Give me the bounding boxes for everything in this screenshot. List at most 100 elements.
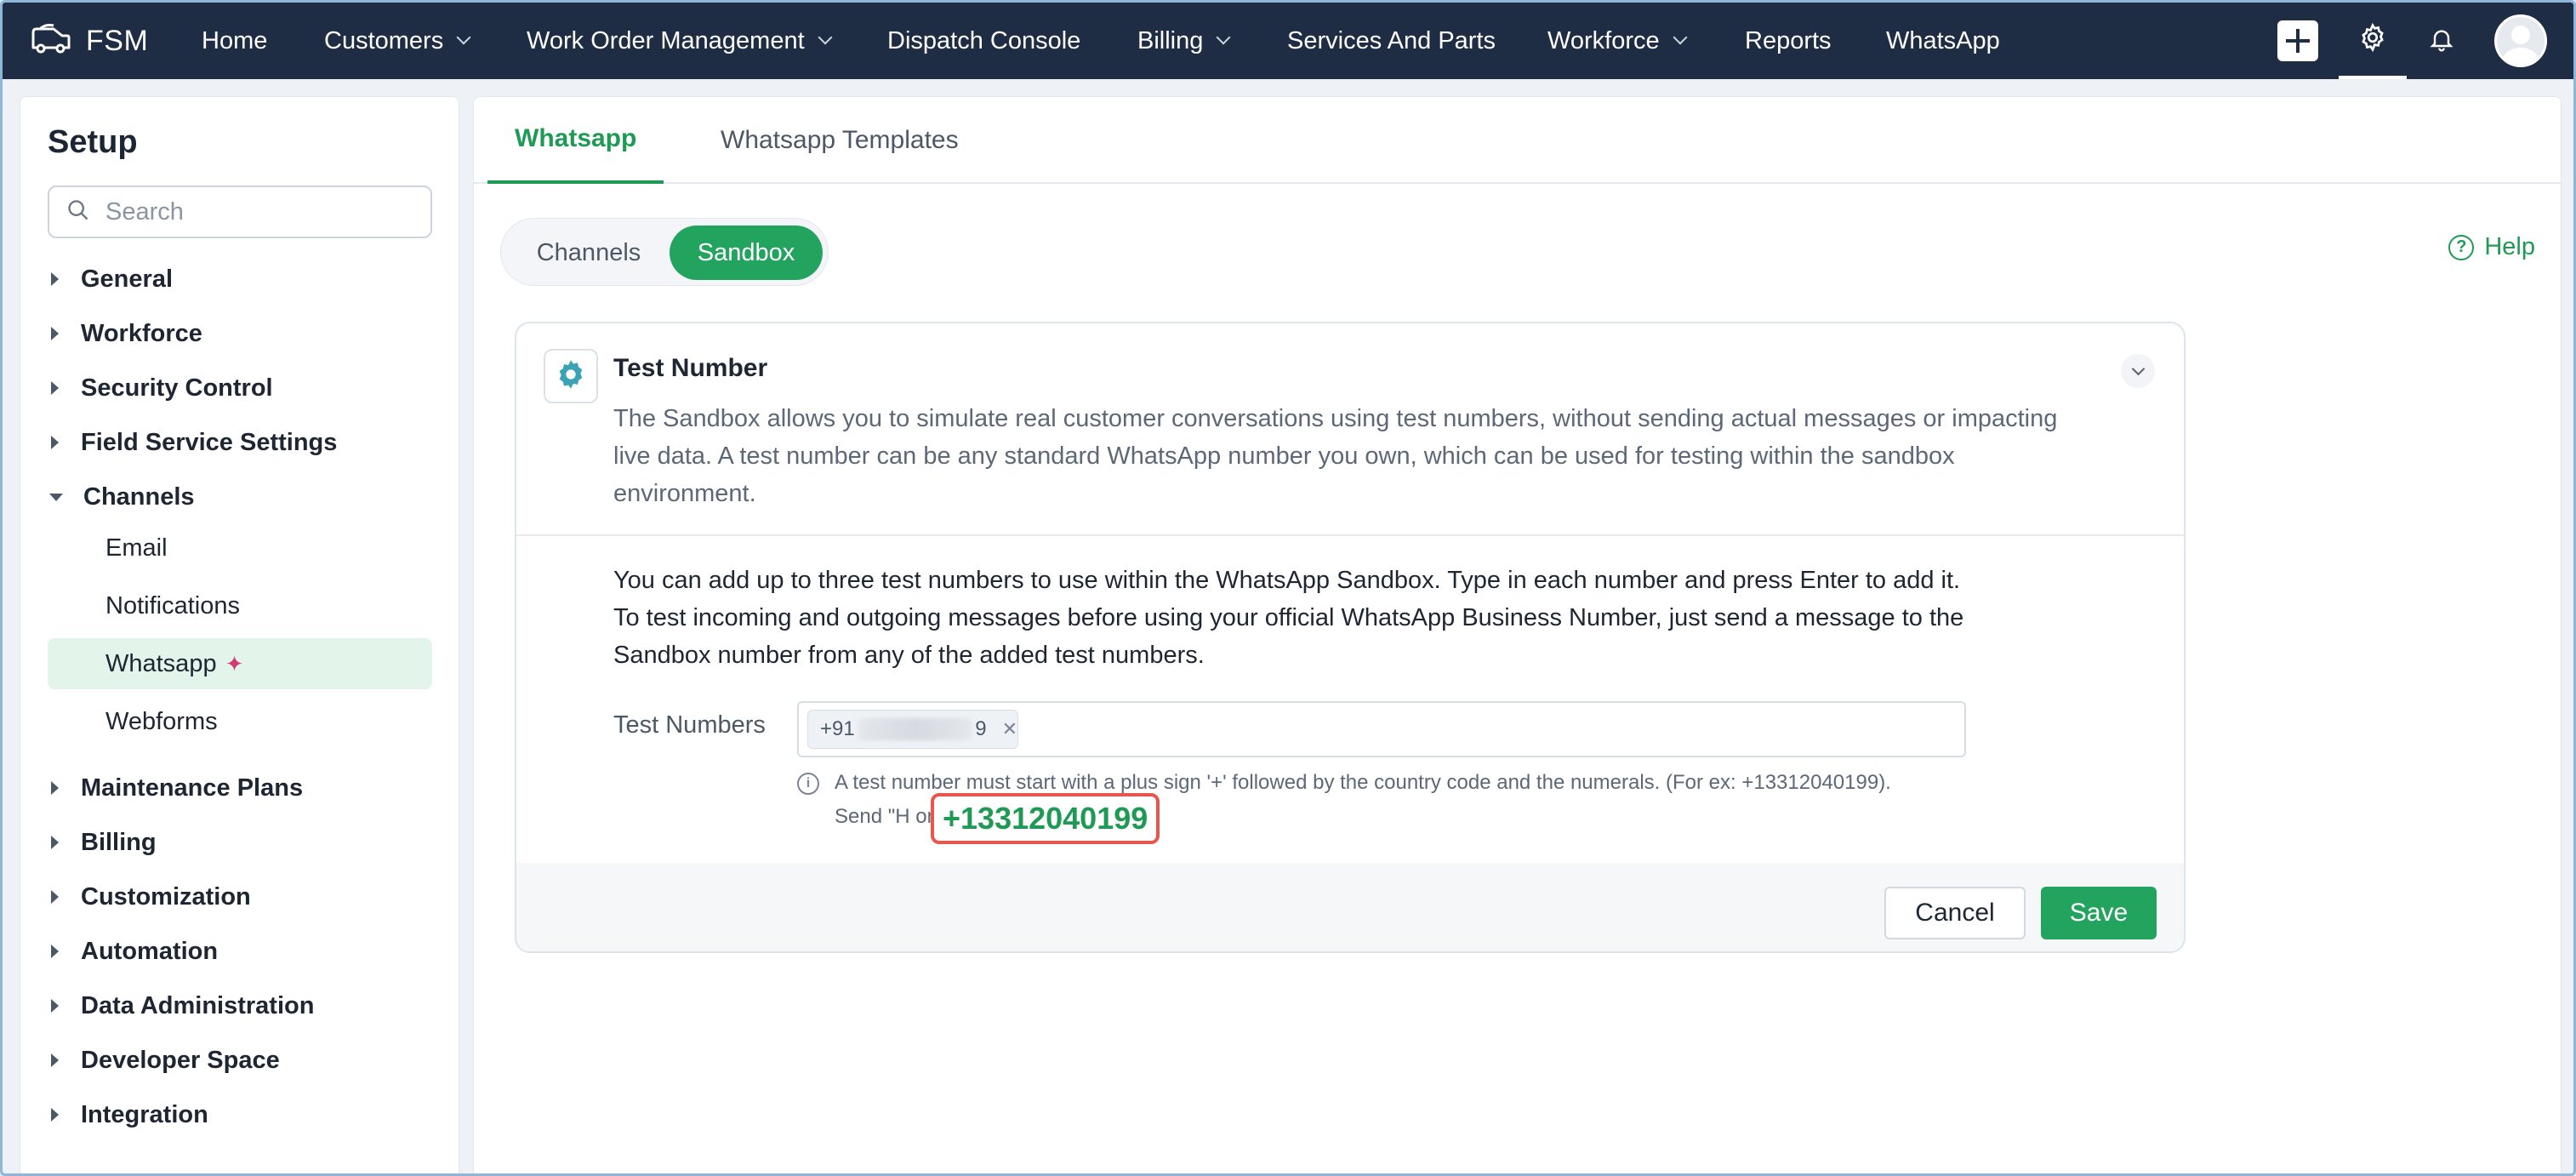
nav-work-order-management[interactable]: Work Order Management	[527, 3, 833, 79]
sparkle-icon: ✦	[225, 650, 244, 676]
sandbox-number-highlight: +13312040199	[931, 793, 1160, 844]
cancel-button[interactable]: Cancel	[1884, 887, 2026, 939]
test-numbers-label: Test Numbers	[613, 711, 766, 739]
remove-chip-icon[interactable]: ✕	[1002, 718, 1017, 740]
notifications-button[interactable]	[2420, 3, 2463, 79]
sidebar-subitem-label: Whatsapp	[105, 649, 217, 677]
nav-label: Dispatch Console	[887, 26, 1081, 54]
caret-right-icon	[51, 836, 59, 849]
save-button[interactable]: Save	[2041, 887, 2157, 939]
help-link[interactable]: ? Help	[2448, 233, 2535, 261]
nav-label: Reports	[1745, 26, 1832, 54]
gear-icon	[554, 357, 588, 396]
channel-mode-toggle: Channels Sandbox	[500, 218, 829, 286]
test-numbers-input[interactable]: +91 9 ✕	[797, 701, 1966, 757]
nav-services-and-parts[interactable]: Services And Parts	[1287, 3, 1496, 79]
test-number-card: Test Number The Sandbox allows you to si…	[515, 322, 2186, 953]
redacted-number	[858, 718, 972, 740]
caret-right-icon	[51, 945, 59, 958]
sidebar-item-customization[interactable]: Customization	[44, 873, 436, 921]
nav-workforce[interactable]: Workforce	[1547, 3, 1688, 79]
caret-right-icon	[51, 999, 59, 1013]
help-circle-icon: ?	[2448, 234, 2475, 260]
sidebar-item-developer-space[interactable]: Developer Space	[44, 1036, 436, 1084]
card-header: Test Number The Sandbox allows you to si…	[516, 323, 2184, 536]
segment-channels[interactable]: Channels	[508, 225, 670, 280]
chevron-down-icon	[2131, 362, 2145, 375]
search-input[interactable]	[105, 197, 412, 226]
tab-whatsapp-templates[interactable]: Whatsapp Templates	[693, 97, 986, 184]
setup-sidebar: Setup General Workforce Security Control…	[20, 96, 459, 1173]
brand-logo[interactable]: FSM	[28, 3, 148, 79]
sidebar-item-field-service-settings[interactable]: Field Service Settings	[44, 419, 436, 466]
plus-icon	[2277, 20, 2318, 61]
sidebar-item-data-administration[interactable]: Data Administration	[44, 982, 436, 1030]
sidebar-item-workforce[interactable]: Workforce	[44, 310, 436, 357]
caret-right-icon	[51, 781, 59, 795]
settings-badge	[544, 349, 598, 403]
top-navbar: FSM Home Customers Work Order Management…	[3, 3, 2573, 79]
sidebar-item-label: General	[81, 265, 173, 293]
sidebar-subitem-label: Email	[105, 534, 168, 562]
nav-billing[interactable]: Billing	[1137, 3, 1231, 79]
nav-label: Home	[202, 26, 268, 54]
sidebar-item-label: Customization	[81, 882, 251, 911]
caret-right-icon	[51, 890, 59, 904]
sidebar-item-billing[interactable]: Billing	[44, 819, 436, 866]
nav-dispatch-console[interactable]: Dispatch Console	[887, 3, 1080, 79]
card-title: Test Number	[613, 354, 768, 382]
chevron-down-icon	[818, 30, 833, 45]
chip-prefix: +91	[820, 717, 855, 740]
nav-label: Work Order Management	[527, 26, 805, 54]
sidebar-item-label: Integration	[81, 1100, 208, 1128]
chevron-down-icon	[456, 30, 471, 45]
nav-label: Services And Parts	[1287, 26, 1496, 54]
chip-suffix: 9	[975, 717, 987, 740]
brand-name: FSM	[86, 24, 149, 57]
nav-label: WhatsApp	[1886, 26, 2000, 54]
sidebar-item-security-control[interactable]: Security Control	[44, 364, 436, 412]
settings-button[interactable]	[2339, 3, 2407, 79]
sidebar-item-integration[interactable]: Integration	[44, 1091, 436, 1139]
info-icon: i	[797, 773, 819, 795]
tab-bar: Whatsapp Whatsapp Templates	[474, 97, 2561, 184]
nav-reports[interactable]: Reports	[1745, 3, 1832, 79]
sidebar-subitem-email[interactable]: Email	[48, 522, 432, 574]
sidebar-search[interactable]	[48, 186, 432, 238]
caret-right-icon	[51, 1108, 59, 1122]
sidebar-subitem-whatsapp[interactable]: Whatsapp ✦	[48, 638, 432, 689]
sidebar-item-label: Field Service Settings	[81, 428, 338, 456]
caret-right-icon	[51, 381, 59, 395]
quick-create-button[interactable]	[2276, 3, 2320, 79]
segment-sandbox[interactable]: Sandbox	[670, 225, 823, 280]
card-footer: Cancel Save	[516, 863, 2184, 951]
sidebar-item-label: Billing	[81, 828, 157, 856]
sidebar-subitem-notifications[interactable]: Notifications	[48, 580, 432, 631]
app-window: FSM Home Customers Work Order Management…	[0, 0, 2576, 1176]
sidebar-subitem-webforms[interactable]: Webforms	[48, 696, 432, 747]
sidebar-item-label: Developer Space	[81, 1046, 280, 1074]
card-description: The Sandbox allows you to simulate real …	[613, 405, 2058, 507]
tab-whatsapp[interactable]: Whatsapp	[487, 97, 664, 184]
sidebar-item-label: Maintenance Plans	[81, 774, 304, 802]
collapse-button[interactable]	[2121, 354, 2155, 388]
nav-customers[interactable]: Customers	[324, 3, 471, 79]
test-number-chip: +91 9 ✕	[807, 710, 1018, 749]
sidebar-item-general[interactable]: General	[44, 255, 436, 303]
sidebar-item-channels[interactable]: Channels	[44, 473, 436, 521]
caret-right-icon	[51, 1053, 59, 1067]
van-icon	[28, 22, 72, 60]
nav-home[interactable]: Home	[202, 3, 267, 79]
chevron-down-icon	[1673, 30, 1688, 45]
sidebar-item-label: Security Control	[81, 374, 273, 402]
sidebar-subitem-label: Webforms	[105, 707, 218, 735]
bell-icon	[2428, 25, 2455, 58]
nav-whatsapp[interactable]: WhatsApp	[1886, 3, 2000, 79]
chevron-down-icon	[1216, 30, 1231, 45]
nav-label: Customers	[324, 26, 444, 54]
sidebar-item-maintenance-plans[interactable]: Maintenance Plans	[44, 764, 436, 812]
sidebar-item-automation[interactable]: Automation	[44, 928, 436, 975]
main-panel: Whatsapp Whatsapp Templates Channels San…	[473, 96, 2562, 1173]
sidebar-item-label: Data Administration	[81, 991, 315, 1019]
profile-button[interactable]	[2492, 3, 2550, 79]
